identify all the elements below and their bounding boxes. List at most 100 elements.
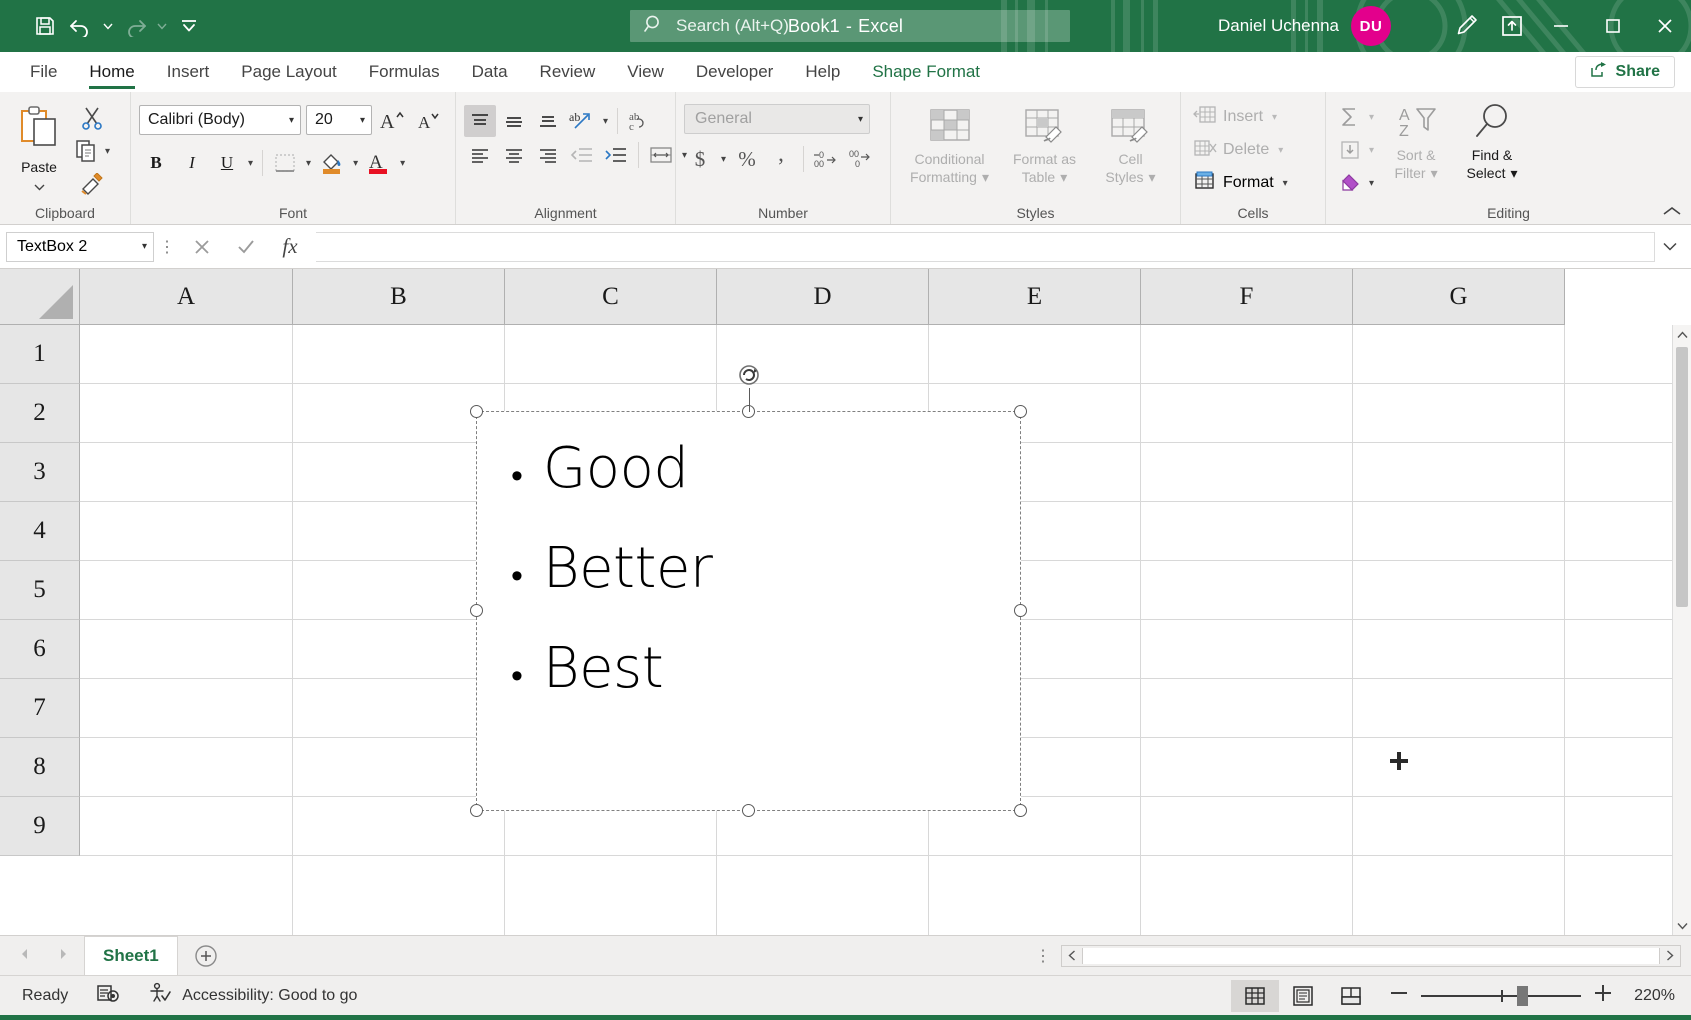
copy-dropdown-icon[interactable]: ▾ <box>102 146 113 157</box>
row-header-8[interactable]: 8 <box>0 738 80 797</box>
tab-review[interactable]: Review <box>524 52 612 92</box>
expand-formula-bar-icon[interactable] <box>1655 232 1685 262</box>
underline-dropdown-icon[interactable]: ▾ <box>245 158 256 169</box>
orientation-dropdown-icon[interactable]: ▾ <box>600 116 611 127</box>
customize-quick-access-toolbar-button[interactable] <box>172 9 206 43</box>
format-cells-button[interactable]: Format ▾ <box>1189 167 1295 199</box>
resize-handle-top-left[interactable] <box>470 405 483 418</box>
scroll-left-button[interactable] <box>1062 950 1082 961</box>
normal-view-button[interactable] <box>1231 980 1279 1012</box>
resize-handle-bottom-right[interactable] <box>1014 804 1027 817</box>
find-select-dropdown-icon[interactable]: ▾ <box>1510 166 1517 182</box>
format-as-table-button[interactable]: Format as Table ▾ <box>1000 102 1090 185</box>
name-box[interactable]: TextBox 2 ▾ <box>6 232 154 262</box>
delete-cells-button[interactable]: Delete ▾ <box>1189 134 1290 166</box>
clear-button[interactable] <box>1334 167 1366 199</box>
column-header-F[interactable]: F <box>1141 269 1353 325</box>
fill-color-button[interactable] <box>316 147 348 179</box>
column-header-A[interactable]: A <box>80 269 293 325</box>
previous-sheet-button[interactable] <box>18 947 32 964</box>
page-layout-view-button[interactable] <box>1279 980 1327 1012</box>
italic-button[interactable]: I <box>175 147 209 179</box>
fill-dropdown-icon[interactable]: ▾ <box>1366 145 1377 156</box>
cell-styles-button[interactable]: Cell Styles ▾ <box>1094 102 1168 185</box>
row-header-4[interactable]: 4 <box>0 502 80 561</box>
format-as-table-dropdown-icon[interactable]: ▾ <box>1060 170 1067 186</box>
tab-data[interactable]: Data <box>456 52 524 92</box>
sort-filter-dropdown-icon[interactable]: ▾ <box>1431 166 1438 182</box>
cell-styles-dropdown-icon[interactable]: ▾ <box>1149 170 1156 186</box>
paste-dropdown-icon[interactable] <box>34 178 45 194</box>
tab-shape-format[interactable]: Shape Format <box>856 52 996 92</box>
zoom-slider[interactable] <box>1421 987 1581 1005</box>
font-name-input[interactable]: Calibri (Body) ▾ <box>139 105 301 135</box>
cut-button[interactable] <box>70 102 113 134</box>
undo-button[interactable] <box>64 9 98 43</box>
add-sheet-button[interactable] <box>178 936 234 975</box>
decrease-indent-button[interactable] <box>566 139 598 171</box>
bottom-align-button[interactable] <box>532 105 564 137</box>
conditional-formatting-button[interactable]: Conditional Formatting ▾ <box>904 102 996 185</box>
comma-style-button[interactable]: , <box>765 143 797 175</box>
redo-dropdown-icon[interactable] <box>154 9 170 43</box>
formula-input[interactable] <box>316 232 1655 262</box>
resize-handle-top-right[interactable] <box>1014 405 1027 418</box>
formula-bar-handle[interactable]: ⋮ <box>154 237 180 257</box>
vertical-scroll-thumb[interactable] <box>1676 347 1688 607</box>
resize-handle-bottom-left[interactable] <box>470 804 483 817</box>
zoom-in-button[interactable] <box>1593 983 1613 1008</box>
page-break-preview-button[interactable] <box>1327 980 1375 1012</box>
increase-indent-button[interactable] <box>600 139 632 171</box>
accounting-format-button[interactable]: $ <box>684 143 716 175</box>
center-align-button[interactable] <box>498 139 530 171</box>
percent-style-button[interactable]: % <box>731 143 763 175</box>
increase-font-size-button[interactable]: A <box>377 104 409 136</box>
sheet-tab-sheet1[interactable]: Sheet1 <box>84 936 178 975</box>
row-header-6[interactable]: 6 <box>0 620 80 679</box>
top-align-button[interactable] <box>464 105 496 137</box>
record-macro-button[interactable] <box>82 983 134 1008</box>
align-left-button[interactable] <box>464 139 496 171</box>
horizontal-scrollbar[interactable] <box>1061 945 1681 967</box>
increase-decimal-button[interactable]: 000 <box>810 143 842 175</box>
decrease-font-size-button[interactable]: A <box>414 104 446 136</box>
select-all-button[interactable] <box>0 269 80 325</box>
zoom-out-button[interactable] <box>1389 986 1409 1005</box>
column-header-D[interactable]: D <box>717 269 929 325</box>
save-button[interactable] <box>28 9 62 43</box>
collapse-ribbon-button[interactable] <box>1663 205 1681 220</box>
fill-button[interactable] <box>1334 134 1366 166</box>
search-input[interactable]: Search (Alt+Q) <box>630 10 1070 42</box>
tab-home[interactable]: Home <box>73 52 150 92</box>
accounting-dropdown-icon[interactable]: ▾ <box>718 154 729 165</box>
orientation-button[interactable]: ab <box>566 105 598 137</box>
resize-handle-middle-right[interactable] <box>1014 604 1027 617</box>
column-header-E[interactable]: E <box>929 269 1141 325</box>
row-header-1[interactable]: 1 <box>0 325 80 384</box>
tab-formulas[interactable]: Formulas <box>353 52 456 92</box>
find-and-select-button[interactable]: Find & Select ▾ <box>1455 101 1529 181</box>
format-painter-button[interactable] <box>70 168 113 200</box>
ribbon-display-options-icon[interactable] <box>1489 0 1535 52</box>
enter-formula-button[interactable] <box>224 232 268 262</box>
tab-developer[interactable]: Developer <box>680 52 790 92</box>
insert-function-button[interactable]: fx <box>268 232 312 262</box>
middle-align-button[interactable] <box>498 105 530 137</box>
sheet-split-handle[interactable]: ⋮ <box>1025 946 1061 966</box>
textbox-shape[interactable]: • Good • Better • Best <box>476 411 1021 811</box>
horizontal-scroll-track[interactable] <box>1082 948 1660 964</box>
rotate-handle[interactable] <box>736 362 762 388</box>
delete-cells-dropdown-icon[interactable]: ▾ <box>1275 145 1286 156</box>
paste-button[interactable]: Paste <box>8 100 70 194</box>
row-header-2[interactable]: 2 <box>0 384 80 443</box>
borders-button[interactable] <box>269 147 301 179</box>
number-format-dropdown-icon[interactable]: ▾ <box>858 114 863 125</box>
font-name-dropdown-icon[interactable]: ▾ <box>289 115 294 126</box>
name-box-dropdown-icon[interactable]: ▾ <box>142 241 147 252</box>
copy-button[interactable] <box>70 135 102 167</box>
borders-dropdown-icon[interactable]: ▾ <box>303 158 314 169</box>
wrap-text-button[interactable]: abc <box>624 105 656 137</box>
tab-page-layout[interactable]: Page Layout <box>225 52 352 92</box>
underline-button[interactable]: U <box>211 147 243 179</box>
merge-and-center-button[interactable] <box>645 139 677 171</box>
